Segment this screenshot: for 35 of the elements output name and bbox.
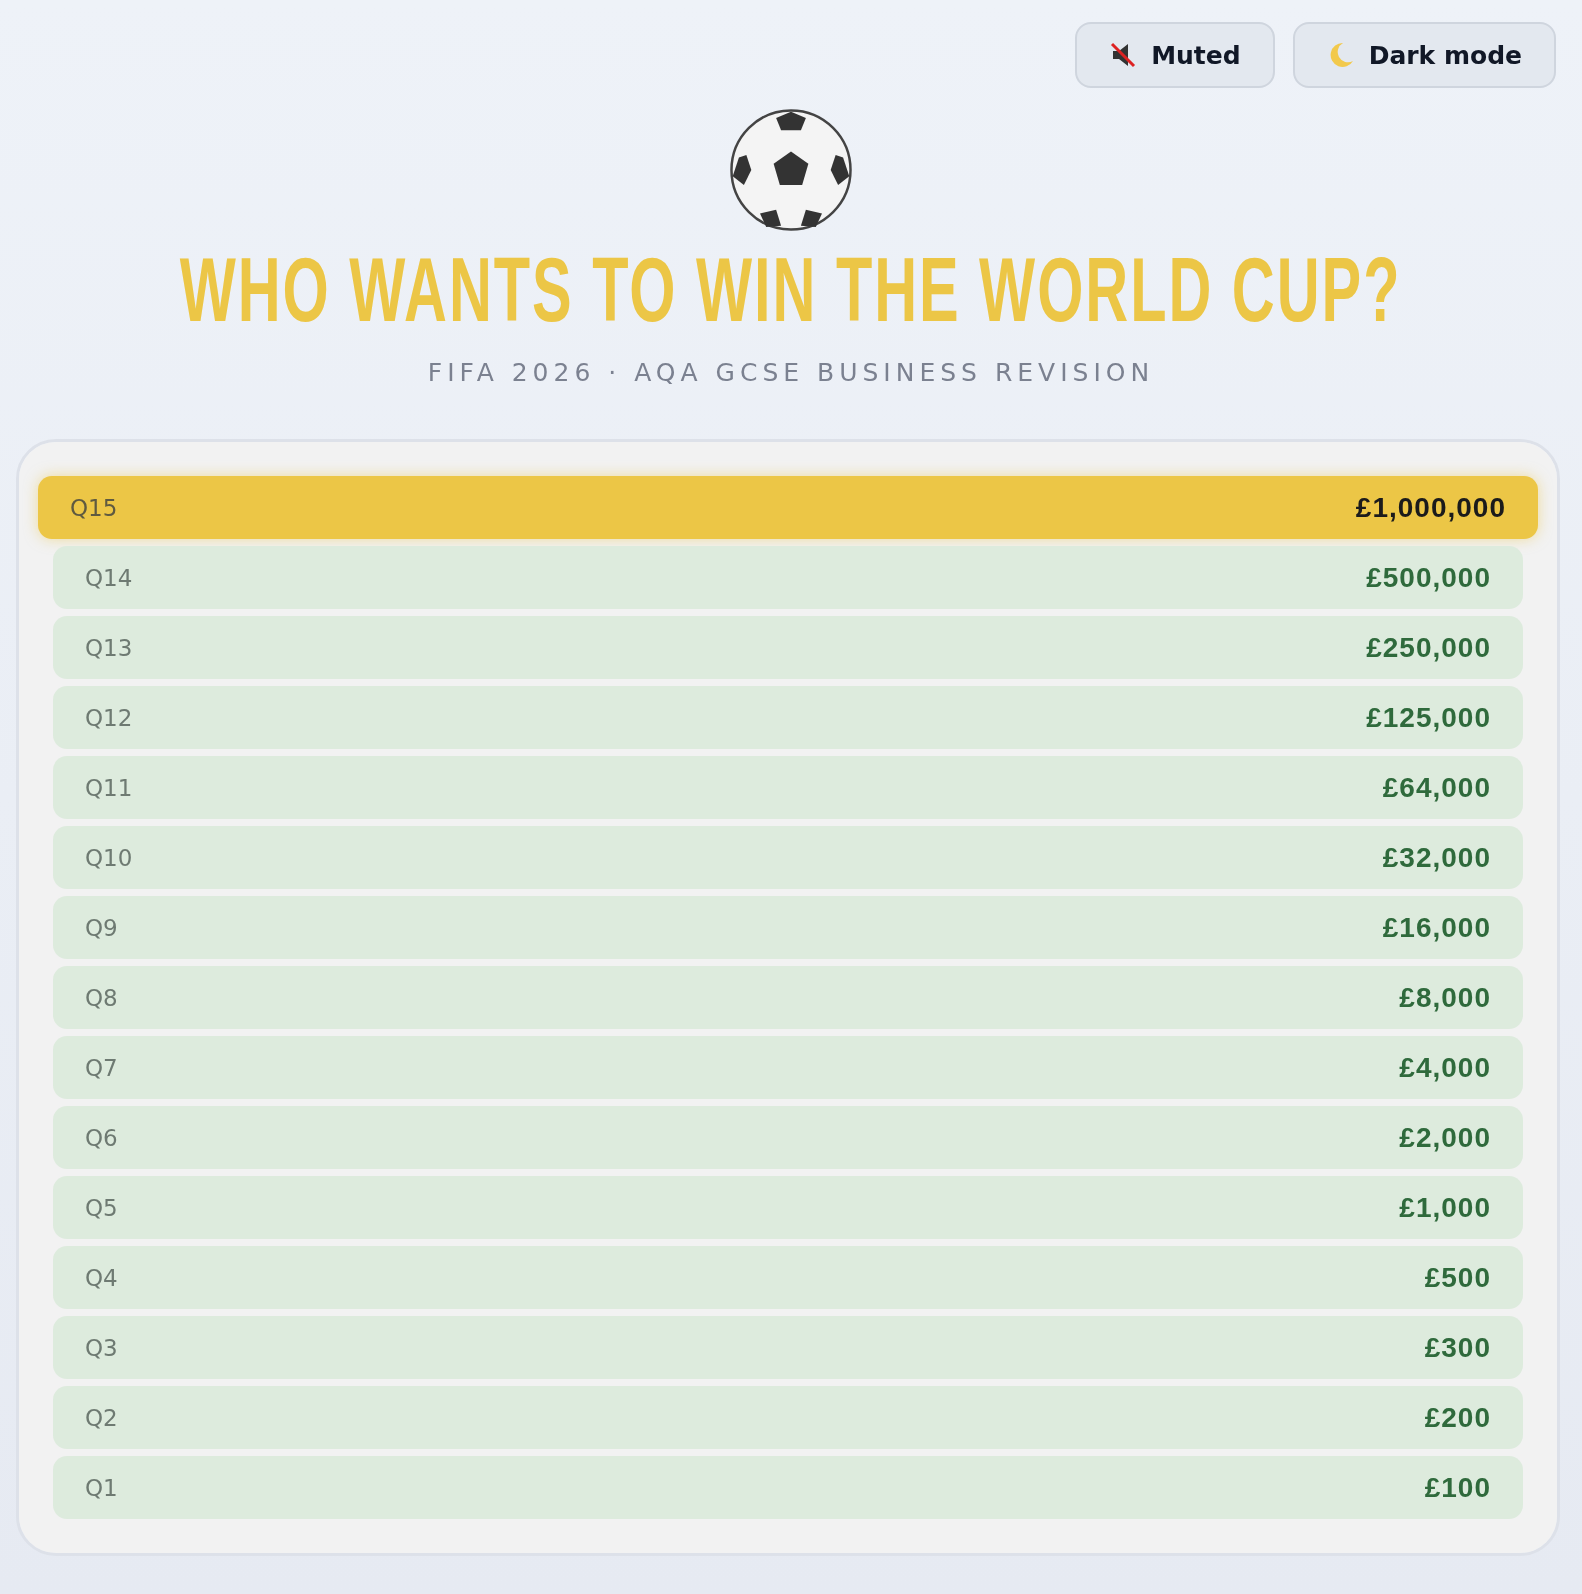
- subtitle: FIFA 2026 · AQA GCSE BUSINESS REVISION: [427, 358, 1155, 387]
- question-number: Q2: [85, 1404, 118, 1431]
- prize-amount: £300: [1424, 1331, 1491, 1364]
- prize-amount: £500,000: [1366, 561, 1491, 594]
- theme-button[interactable]: Dark mode: [1292, 22, 1556, 88]
- question-number: Q8: [85, 984, 118, 1011]
- prize-amount: £16,000: [1382, 911, 1491, 944]
- question-number: Q1: [85, 1474, 118, 1501]
- prize-amount: £125,000: [1366, 701, 1491, 734]
- question-number: Q14: [85, 564, 133, 591]
- game-title: WHO WANTS TO WIN THE WORLD CUP?: [180, 240, 1402, 340]
- prize-amount: £32,000: [1382, 841, 1491, 874]
- question-number: Q10: [85, 844, 133, 871]
- question-number: Q9: [85, 914, 118, 941]
- prize-amount: £250,000: [1366, 631, 1491, 664]
- prize-amount: £8,000: [1399, 981, 1491, 1014]
- question-number: Q13: [85, 634, 133, 661]
- question-number: Q7: [85, 1054, 118, 1081]
- question-number: Q15: [70, 494, 118, 521]
- prize-amount: £64,000: [1382, 771, 1491, 804]
- question-number: Q12: [85, 704, 133, 731]
- prize-amount: £200: [1424, 1401, 1491, 1434]
- question-number: Q6: [85, 1124, 118, 1151]
- prize-amount: £4,000: [1399, 1051, 1491, 1084]
- question-number: Q3: [85, 1334, 118, 1361]
- prize-amount: £1,000,000: [1355, 491, 1506, 524]
- question-number: Q11: [85, 774, 133, 801]
- question-number: Q5: [85, 1194, 118, 1221]
- muted-speaker-icon: [1109, 41, 1138, 69]
- prize-amount: £100: [1424, 1471, 1491, 1504]
- prize-amount: £500: [1424, 1261, 1491, 1294]
- question-number: Q4: [85, 1264, 118, 1291]
- prize-amount: £1,000: [1399, 1191, 1491, 1224]
- prize-amount: £2,000: [1399, 1121, 1491, 1154]
- sound-button[interactable]: Muted: [1075, 22, 1275, 88]
